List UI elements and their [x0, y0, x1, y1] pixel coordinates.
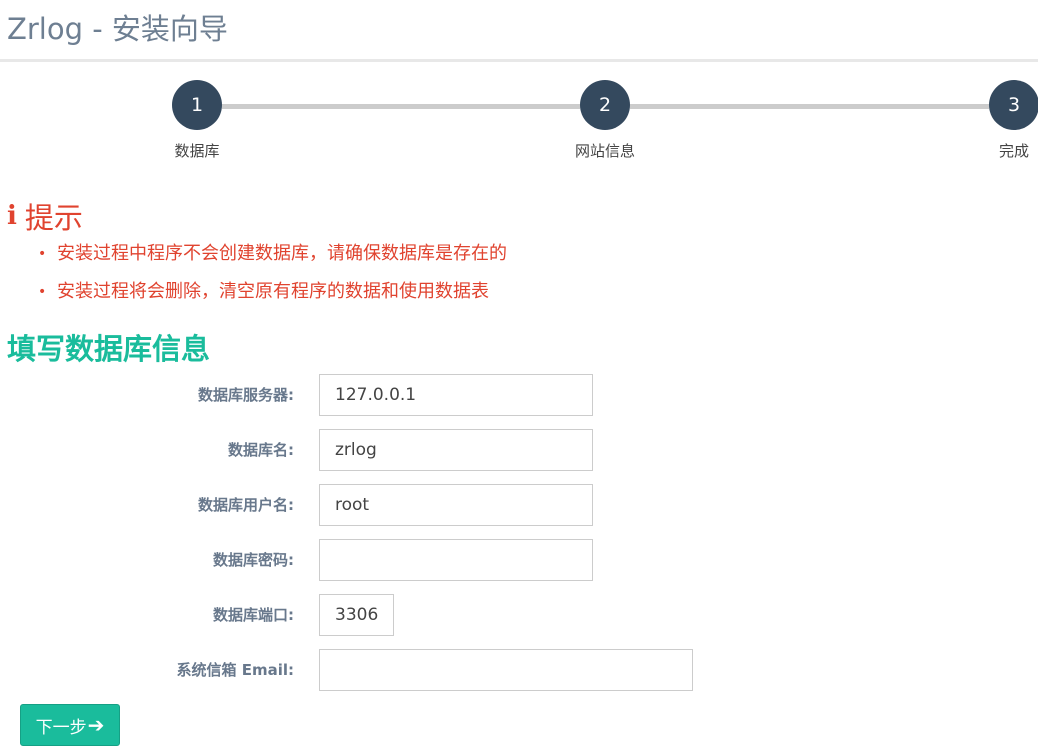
db-name-input[interactable]	[319, 429, 593, 471]
db-user-input[interactable]	[319, 484, 593, 526]
db-port-input[interactable]	[319, 594, 394, 636]
db-server-input[interactable]	[319, 374, 593, 416]
db-password-label: 数据库密码:	[213, 551, 294, 569]
page-header: Zrlog - 安装向导	[0, 0, 1038, 62]
db-server-row: 数据库服务器:	[0, 374, 1038, 416]
tips-list: • 安装过程中程序不会创建数据库，请确保数据库是存在的 • 安装过程将会删除，清空原…	[38, 240, 507, 316]
db-password-row: 数据库密码:	[0, 539, 1038, 581]
tips-item-text: 安装过程中程序不会创建数据库，请确保数据库是存在的	[57, 243, 507, 264]
step-1-label: 数据库	[174, 142, 220, 160]
tips-heading: i 提示	[7, 195, 83, 237]
db-user-row: 数据库用户名:	[0, 484, 1038, 526]
db-user-label: 数据库用户名:	[198, 496, 294, 514]
email-label: 系统信箱 Email:	[176, 661, 294, 679]
db-name-label: 数据库名:	[228, 441, 294, 459]
install-stepper: 1 2 3 数据库 网站信息 完成	[0, 80, 1038, 170]
db-port-row: 数据库端口:	[0, 594, 1038, 636]
db-password-input[interactable]	[319, 539, 593, 581]
tips-title: 提示	[24, 201, 83, 235]
tips-item: • 安装过程中程序不会创建数据库，请确保数据库是存在的	[38, 243, 507, 264]
step-3-label: 完成	[998, 142, 1029, 160]
db-port-label: 数据库端口:	[213, 606, 294, 624]
next-step-label: 下一步	[35, 717, 87, 738]
form-heading: 填写数据库信息	[7, 332, 211, 366]
step-2-label: 网站信息	[574, 142, 635, 160]
stepper-line-1-2	[222, 104, 580, 109]
email-row: 系统信箱 Email:	[0, 649, 1038, 691]
tips-item: • 安装过程将会删除，清空原有程序的数据和使用数据表	[38, 281, 489, 302]
db-name-row: 数据库名:	[0, 429, 1038, 471]
page-title: Zrlog - 安装向导	[7, 12, 228, 46]
info-icon: i	[7, 201, 17, 231]
email-input[interactable]	[319, 649, 693, 691]
arrow-right-icon: ➔	[87, 713, 105, 737]
db-server-label: 数据库服务器:	[198, 386, 294, 404]
tips-item-text: 安装过程将会删除，清空原有程序的数据和使用数据表	[57, 281, 489, 302]
step-2-circle: 2	[580, 80, 630, 130]
step-1-circle: 1	[172, 80, 222, 130]
next-step-button[interactable]: 下一步 ➔	[20, 704, 120, 746]
stepper-line-2-3	[630, 104, 989, 109]
step-3-circle: 3	[989, 80, 1038, 130]
